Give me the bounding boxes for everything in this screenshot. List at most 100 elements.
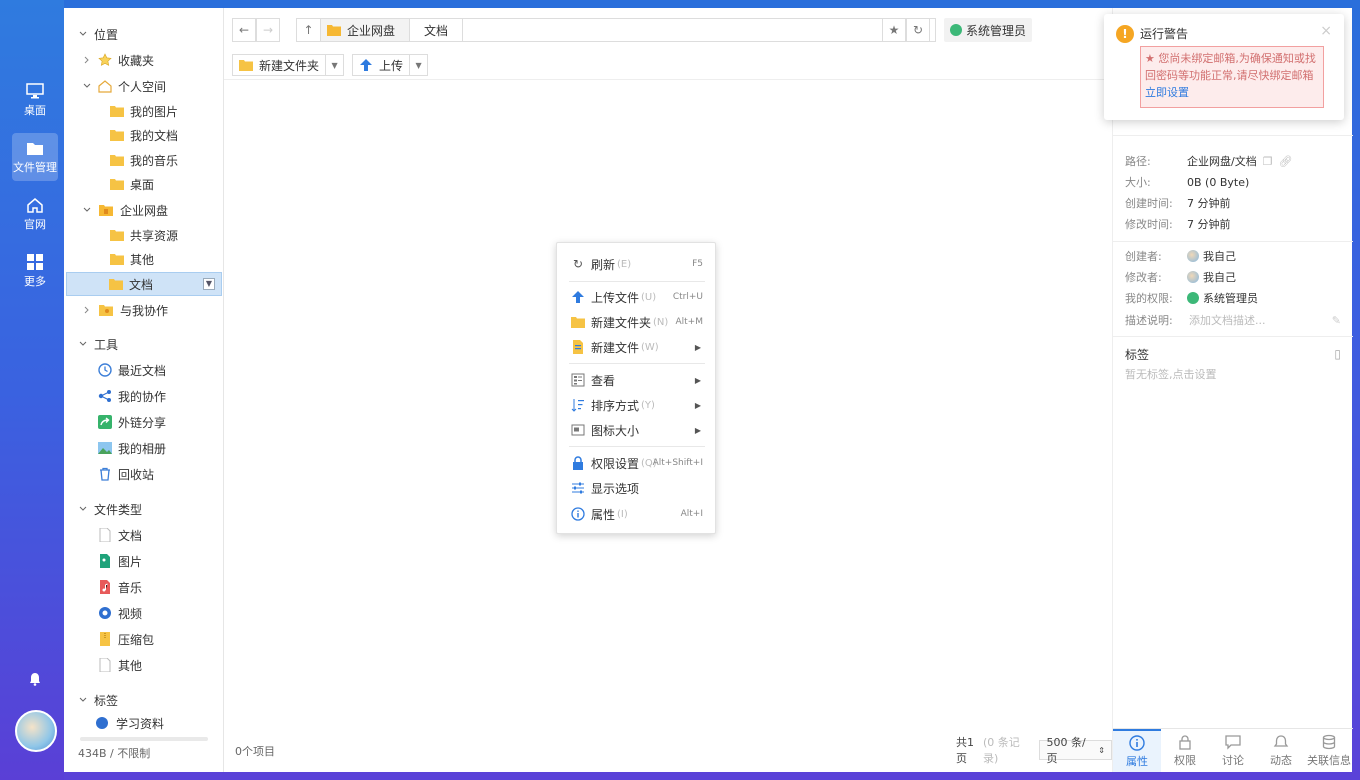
refresh-icon: ↻ — [572, 257, 584, 271]
new-folder-button[interactable]: 新建文件夹 ▼ — [232, 54, 345, 76]
folder-icon — [27, 142, 43, 155]
close-icon[interactable]: × — [1320, 23, 1332, 39]
chevron-right-icon — [84, 306, 89, 314]
link-icon[interactable]: 🔗︎ — [1279, 155, 1293, 168]
menu-item-view[interactable]: 查看 ▶ — [557, 368, 715, 392]
tree-item-shared[interactable]: 共享资源 — [110, 223, 268, 247]
tag-dot-icon — [96, 717, 108, 729]
tree-item-my-pictures[interactable]: 我的图片 — [110, 99, 268, 123]
tree-item-type-docs[interactable]: 文档 — [98, 523, 256, 547]
file-icon — [99, 658, 111, 672]
tree-item-enterprise[interactable]: 企业网盘 — [82, 198, 240, 222]
menu-item-display-options[interactable]: 显示选项 — [557, 476, 715, 500]
prop-modifier: 修改者: 我自己 — [1125, 271, 1236, 284]
current-role-chip[interactable]: 系统管理员 — [944, 18, 1033, 42]
tags-empty-hint[interactable]: 暂无标签,点击设置 — [1125, 364, 1217, 384]
tree-section-location[interactable]: 位置 — [78, 22, 236, 46]
tree-section-file-types[interactable]: 文件类型 — [78, 497, 236, 521]
properties-panel: 路径: 企业网盘/文档 ❐ 🔗︎ 大小: 0B (0 Byte) 创建时间: 7… — [1112, 8, 1353, 772]
tree-section-tags[interactable]: 标签 — [78, 688, 236, 712]
favorite-button[interactable]: ★ — [882, 18, 906, 42]
tree-item-my-documents[interactable]: 我的文档 — [110, 123, 268, 147]
menu-item-refresh[interactable]: ↻ 刷新 (E) F5 — [557, 252, 715, 276]
edit-pencil-icon[interactable]: ✎ — [1332, 314, 1341, 327]
tree-item-type-other[interactable]: 其他 — [98, 653, 256, 677]
folder-icon — [110, 254, 124, 265]
tree-item-type-video[interactable]: 视频 — [98, 601, 256, 625]
back-button[interactable]: ← — [232, 18, 256, 42]
shared-folder-icon — [99, 305, 113, 316]
folder-icon — [110, 155, 124, 166]
menu-item-sort[interactable]: 排序方式 (Y) ▶ — [557, 393, 715, 417]
menu-divider — [569, 446, 705, 447]
prop-modified: 修改时间: 7 分钟前 — [1125, 218, 1231, 231]
menu-item-permission[interactable]: 权限设置 (Q) Alt+Shift+I — [557, 451, 715, 475]
upload-dropdown[interactable]: ▼ — [409, 55, 427, 75]
tree-item-my-collab[interactable]: 我的协作 — [98, 384, 256, 408]
tree-section-tools[interactable]: 工具 — [78, 332, 236, 356]
bind-email-link[interactable]: 立即设置 — [1145, 86, 1189, 99]
status-bar: 0个项目 共1页 (0 条记录) 500 条/页 ⇕ — [224, 736, 1112, 765]
bell-icon[interactable] — [28, 672, 42, 686]
submenu-arrow-icon: ▶ — [694, 425, 701, 435]
icon-size-icon — [571, 424, 585, 436]
tree-item-my-music[interactable]: 我的音乐 — [110, 148, 268, 172]
description-input[interactable]: 添加文档描述... — [1189, 312, 1266, 328]
tree-item-collab-with-me[interactable]: 与我协作 — [82, 298, 240, 322]
clock-icon — [98, 363, 112, 377]
tree-item-documents[interactable]: 文档 ▼ — [66, 272, 222, 296]
upload-button[interactable]: 上传 ▼ — [352, 54, 429, 76]
rail-file-manager[interactable]: 文件管理 — [12, 133, 58, 181]
per-page-select[interactable]: 500 条/页 ⇕ — [1039, 736, 1112, 765]
submenu-arrow-icon: ▶ — [694, 342, 701, 352]
warning-toast: ! 运行警告 × ★ 您尚未绑定邮箱,为确保通知或找回密码等功能正常,请尽快绑定… — [1104, 14, 1344, 120]
up-button[interactable]: ↑ — [297, 19, 321, 41]
breadcrumb-enterprise[interactable]: 企业网盘 — [321, 19, 411, 41]
new-folder-dropdown[interactable]: ▼ — [325, 55, 343, 75]
enterprise-folder-icon — [327, 25, 341, 36]
horizontal-scrollbar[interactable] — [80, 737, 208, 741]
nav-buttons: ← → — [232, 18, 280, 42]
tab-activity[interactable]: 动态 — [1257, 729, 1305, 772]
menu-divider — [569, 281, 705, 282]
tree-item-type-archive[interactable]: 压缩包 — [98, 627, 256, 651]
item-dropdown-button[interactable]: ▼ — [203, 278, 215, 290]
tree-item-other[interactable]: 其他 — [110, 247, 268, 271]
copy-icon[interactable]: ❐ — [1263, 155, 1273, 168]
share-nodes-icon — [98, 390, 111, 402]
menu-item-new-folder[interactable]: 新建文件夹 (N) Alt+M — [557, 310, 715, 334]
tree-item-desktop[interactable]: 桌面 — [110, 172, 268, 196]
tab-related[interactable]: 关联信息 — [1305, 729, 1353, 772]
forward-button[interactable]: → — [256, 18, 280, 42]
rail-website[interactable]: 官网 — [12, 190, 58, 238]
menu-divider — [569, 363, 705, 364]
address-bar[interactable]: ↑ 企业网盘 文档 — [296, 18, 936, 42]
tree-item-my-album[interactable]: 我的相册 — [98, 436, 256, 460]
rail-desktop[interactable]: 桌面 — [12, 76, 58, 124]
menu-item-icon-size[interactable]: 图标大小 ▶ — [557, 418, 715, 442]
rail-more[interactable]: 更多 — [12, 247, 58, 295]
tab-properties[interactable]: 属性 — [1113, 729, 1161, 772]
breadcrumb-documents[interactable]: 文档 — [410, 19, 464, 41]
tree-item-type-images[interactable]: 图片 — [98, 549, 256, 573]
tab-discussion[interactable]: 讨论 — [1209, 729, 1257, 772]
image-icon — [98, 442, 112, 454]
refresh-button[interactable]: ↻ — [906, 18, 930, 42]
tree-item-favorites[interactable]: 收藏夹 — [82, 48, 240, 72]
menu-item-upload[interactable]: 上传文件 (U) Ctrl+U — [557, 285, 715, 309]
tree-item-type-music[interactable]: 音乐 — [98, 575, 256, 599]
tree-item-recycle[interactable]: 回收站 — [98, 462, 256, 486]
arrow-right-icon: → — [262, 23, 274, 37]
tree-item-tag-study[interactable]: 学习资料 — [96, 714, 254, 732]
menu-item-new-file[interactable]: 新建文件 (W) ▶ — [557, 335, 715, 359]
tree-item-personal[interactable]: 个人空间 — [82, 74, 240, 98]
bookmark-icon[interactable]: ▯ — [1334, 347, 1341, 361]
menu-item-properties[interactable]: 属性 (I) Alt+I — [557, 502, 715, 526]
storage-usage: 434B / 不限制 — [78, 747, 151, 760]
user-avatar[interactable] — [15, 710, 57, 752]
tree-item-external-share[interactable]: 外链分享 — [98, 410, 256, 434]
tab-permissions[interactable]: 权限 — [1161, 729, 1209, 772]
tree-item-recent[interactable]: 最近文档 — [98, 358, 256, 382]
folder-icon — [110, 106, 124, 117]
action-toolbar: 新建文件夹 ▼ 上传 ▼ — [232, 54, 429, 76]
